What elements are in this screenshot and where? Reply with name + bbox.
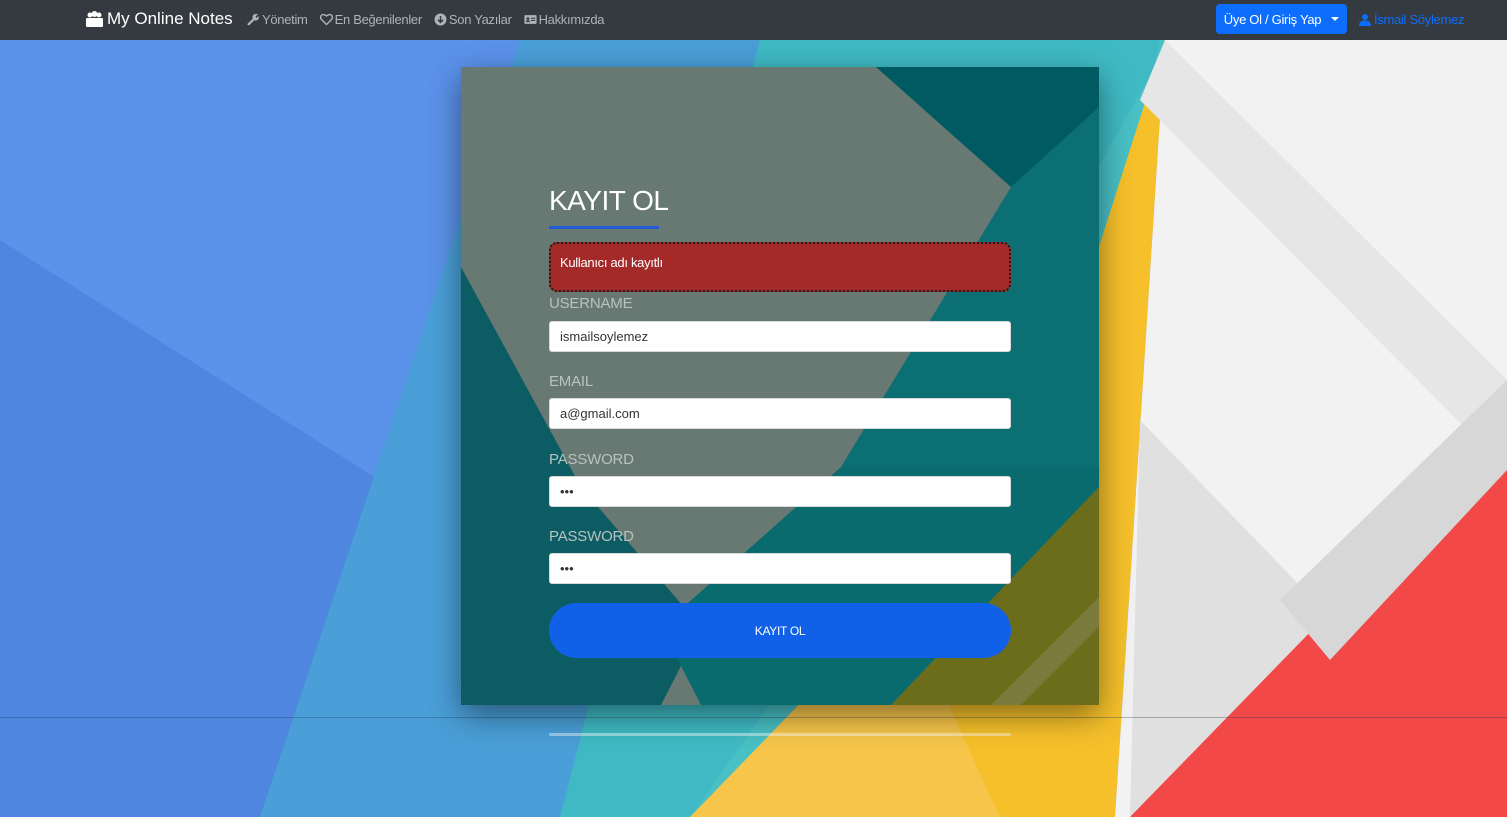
title-underline xyxy=(549,226,659,229)
wrench-icon xyxy=(247,13,259,26)
user-name: İsmail Söylemez xyxy=(1374,12,1465,27)
nav-link-yonetim[interactable]: Yönetim xyxy=(247,12,308,27)
nav-link-label: Yönetim xyxy=(262,12,308,27)
caret-down-icon xyxy=(1331,17,1340,21)
nav-link-label: Hakkımızda xyxy=(538,12,605,27)
nav-link-label: Son Yazılar xyxy=(448,12,512,27)
heart-icon xyxy=(319,13,333,26)
nav-link-son-yazilar[interactable]: Son Yazılar xyxy=(434,12,512,27)
brand-text: My Online Notes xyxy=(107,9,233,28)
email-label: EMAIL xyxy=(549,373,594,390)
nav-link-en-begenilenler[interactable]: En Beğenilenler xyxy=(319,12,423,27)
brand-link[interactable]: My Online Notes xyxy=(86,9,233,29)
signup-login-dropdown[interactable]: Üye Ol / Giriş Yap xyxy=(1216,4,1347,34)
dropdown-label: Üye Ol / Giriş Yap xyxy=(1223,11,1322,27)
nav-link-label: En Beğenilenler xyxy=(334,12,423,27)
divider-line xyxy=(0,717,1507,718)
register-submit-button[interactable]: KAYIT OL xyxy=(549,603,1011,658)
user-profile-link[interactable]: İsmail Söylemez xyxy=(1359,12,1464,27)
username-label: USERNAME xyxy=(549,295,633,312)
email-input[interactable] xyxy=(549,398,1011,429)
bottom-bar xyxy=(549,733,1011,736)
username-input[interactable] xyxy=(549,321,1011,352)
password-input[interactable] xyxy=(549,476,1011,507)
arrow-circle-down-icon xyxy=(434,13,447,26)
nav-links: Yönetim En Beğenilenler Son Yazılar Hakk… xyxy=(247,12,605,27)
id-card-icon xyxy=(524,15,537,24)
register-form: KAYIT OL Kullanıcı adı kayıtlı USERNAME … xyxy=(549,67,1011,705)
password-confirm-label: PASSWORD xyxy=(549,528,634,545)
password-confirm-input[interactable] xyxy=(549,553,1011,584)
navbar: My Online Notes Yönetim En Beğenilenler … xyxy=(0,0,1507,40)
nav-link-hakkimizda[interactable]: Hakkımızda xyxy=(524,12,605,27)
register-card: KAYIT OL Kullanıcı adı kayıtlı USERNAME … xyxy=(461,67,1099,705)
users-icon xyxy=(86,11,103,27)
error-alert: Kullanıcı adı kayıtlı xyxy=(549,242,1011,292)
user-icon xyxy=(1359,13,1371,26)
password-label: PASSWORD xyxy=(549,451,634,468)
form-title: KAYIT OL xyxy=(549,185,669,216)
